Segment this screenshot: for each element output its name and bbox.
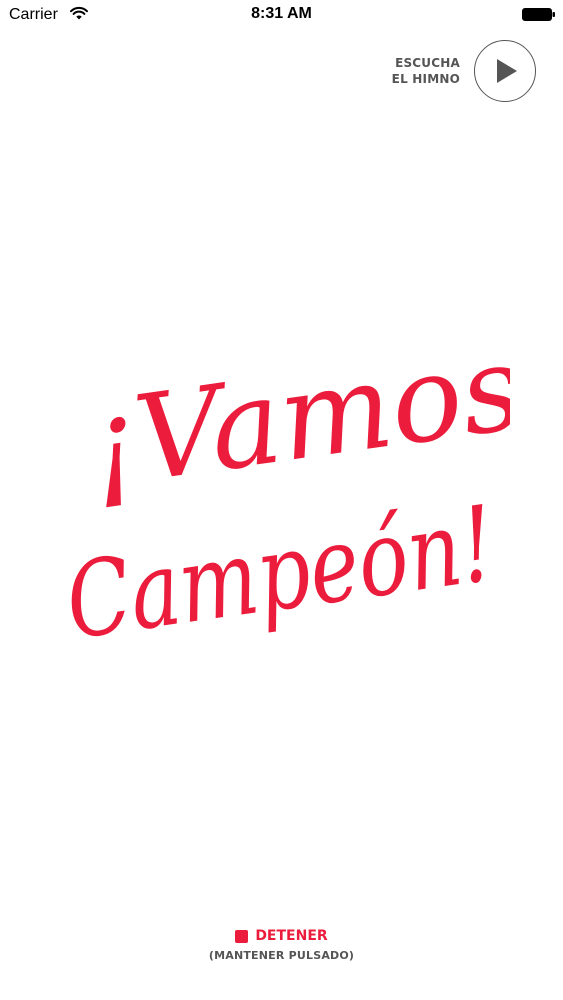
battery-icon bbox=[522, 8, 555, 21]
play-anthem-button[interactable] bbox=[474, 40, 536, 102]
slogan: ¡Vamos Campeón! bbox=[59, 317, 531, 663]
hold-hint: (MANTENER PULSADO) bbox=[208, 949, 355, 962]
stop-label: DETENER bbox=[255, 928, 328, 944]
anthem-label-line2: EL HIMNO bbox=[391, 72, 460, 86]
stop-button[interactable]: DETENER bbox=[235, 926, 328, 946]
anthem-label: ESCUCHA EL HIMNO bbox=[392, 55, 460, 87]
stop-area: DETENER (MANTENER PULSADO) bbox=[0, 926, 563, 964]
stop-icon bbox=[235, 929, 249, 943]
status-time: 8:31 AM bbox=[251, 5, 312, 22]
play-icon bbox=[497, 59, 517, 83]
status-bar: Carrier 8:31 AM bbox=[0, 0, 563, 30]
anthem-label-line1: ESCUCHA bbox=[395, 56, 460, 70]
anthem-control: ESCUCHA EL HIMNO bbox=[392, 39, 536, 103]
